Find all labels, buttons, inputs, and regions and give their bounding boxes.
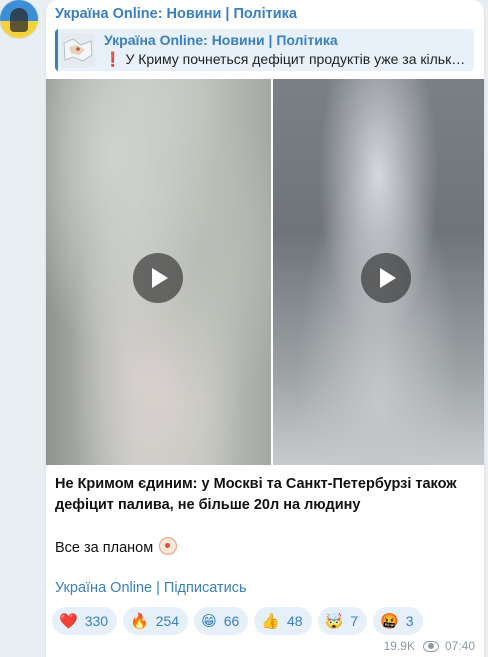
red-heart-icon: ❤️ — [59, 611, 78, 630]
play-icon[interactable] — [361, 253, 411, 303]
map-thumbnail-icon — [61, 33, 95, 67]
exploding-head-icon: 🤯 — [324, 611, 344, 630]
post-text: Не Кримом єдиним: у Москві та Санкт-Пете… — [55, 474, 475, 559]
reply-preview[interactable]: Україна Online: Новини | Політика ❗ У Кри… — [55, 29, 474, 71]
thumbs-up-icon: 👍 — [261, 611, 280, 630]
reaction-count: 3 — [405, 613, 414, 629]
reaction-count: 254 — [155, 613, 180, 629]
reaction-count: 330 — [84, 613, 109, 629]
reaction-count: 48 — [287, 613, 303, 629]
reaction-grinning-face[interactable]: 😁 66 — [194, 607, 249, 635]
reply-text: ❗ У Криму почнеться дефіцит продуктів уже… — [104, 51, 468, 68]
play-icon[interactable] — [133, 253, 183, 303]
video-thumbnail-1[interactable] — [46, 79, 271, 465]
reaction-red-heart[interactable]: ❤️ 330 — [52, 607, 118, 635]
reply-title: Україна Online: Новини | Політика — [104, 32, 338, 48]
reaction-exploding-head[interactable]: 🤯 7 — [317, 607, 368, 635]
post-body-text: Все за планом — [55, 540, 154, 556]
reaction-thumbs-up[interactable]: 👍 48 — [254, 607, 312, 635]
message-time: 07:40 — [444, 639, 475, 653]
media-album — [46, 79, 484, 465]
reaction-count: 7 — [350, 613, 359, 629]
reaction-fire[interactable]: 🔥 254 — [123, 607, 189, 635]
view-count: 19.9K — [383, 639, 415, 653]
message-meta: 19.9K 07:40 — [384, 639, 475, 653]
ukraine-flag-avatar-icon — [10, 8, 28, 32]
reaction-cursing-face[interactable]: 🤬 3 — [373, 607, 423, 635]
post-body: Все за планом — [55, 537, 475, 559]
cursing-face-icon: 🤬 — [380, 611, 399, 630]
reply-accent-bar — [55, 29, 58, 71]
post-headline: Не Кримом єдиним: у Москві та Санкт-Пете… — [55, 476, 457, 513]
video-thumbnail-2[interactable] — [273, 79, 484, 465]
message-bubble: Україна Online: Новини | Політика Україн… — [46, 0, 484, 657]
reply-snippet: У Криму почнеться дефіцит продуктів уже … — [125, 51, 466, 67]
subscribe-link[interactable]: Україна Online | Підписатись — [55, 580, 247, 596]
clown-face-icon — [159, 537, 178, 555]
eye-icon — [422, 640, 439, 652]
reactions-bar: ❤️ 330 🔥 254 😁 66 👍 48 🤯 7 🤬 3 — [52, 607, 423, 635]
exclamation-icon: ❗ — [104, 51, 122, 67]
channel-name[interactable]: Україна Online: Новини | Політика — [55, 6, 297, 22]
fire-icon: 🔥 — [130, 611, 149, 630]
channel-avatar[interactable] — [0, 0, 38, 38]
reaction-count: 66 — [223, 613, 240, 629]
grinning-face-icon: 😁 — [201, 611, 217, 630]
